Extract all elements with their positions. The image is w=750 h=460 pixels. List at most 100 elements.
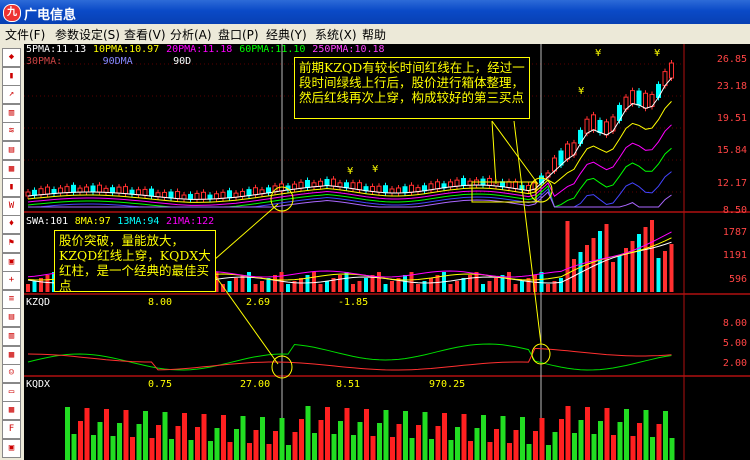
w-icon[interactable]: W — [2, 196, 21, 216]
report-icon[interactable]: ▥ — [2, 327, 21, 346]
signal-marker-icon: ¥ — [578, 86, 584, 97]
signal-marker-icon: ¥ — [595, 48, 601, 59]
kqdx-bar — [585, 407, 590, 460]
bell-icon[interactable]: ♦ — [2, 215, 21, 235]
kzqd-green-line — [27, 343, 672, 371]
candle-icon[interactable]: ▮ — [2, 178, 21, 198]
price-candle — [90, 185, 96, 193]
volume-bar — [513, 284, 518, 292]
volume-bar — [318, 284, 323, 292]
volume-bar — [299, 278, 303, 292]
grid-icon[interactable]: ▦ — [2, 159, 21, 179]
price-candle — [435, 181, 440, 190]
volume-bar — [338, 275, 342, 292]
volume-bar — [26, 284, 30, 292]
price-candle — [584, 118, 590, 134]
volume-bar — [656, 258, 661, 292]
menu-file[interactable]: 文件(F) — [5, 26, 45, 43]
volume-bar — [234, 278, 238, 292]
kqdx-bar — [91, 435, 96, 460]
kqdx-bar — [201, 414, 207, 460]
volume-bar — [351, 284, 355, 292]
price-candle — [77, 187, 83, 193]
f10-icon[interactable]: F — [2, 420, 21, 439]
kqdx-bar — [227, 442, 233, 460]
kqdx-bar — [377, 423, 382, 460]
signal-marker-icon: ¥ — [654, 48, 660, 59]
kqdx-bar — [292, 432, 298, 460]
volume-bar — [546, 284, 550, 292]
kqdx-bar — [325, 407, 330, 460]
kqdx-value: 970.25 — [429, 379, 466, 390]
volume-legend-item: 21MA:122 — [166, 216, 215, 227]
volume-icon[interactable]: ▥ — [2, 103, 21, 123]
kqdx-bar — [624, 409, 629, 460]
menu-help[interactable]: 帮助 — [362, 26, 386, 43]
kqdx-bar — [617, 422, 623, 460]
kqdx-bar — [188, 440, 194, 460]
people-icon[interactable]: ☺ — [2, 364, 21, 384]
price-candle — [389, 188, 395, 194]
trend-icon[interactable]: ↗ — [2, 85, 21, 105]
chart-area[interactable]: ¥ ¥ ¥ ¥ ¥ 5PMA:11.13 10PMA:10.97 20PMA:11.18 60… — [24, 44, 750, 460]
kqdx-bar — [84, 408, 90, 460]
bar-icon[interactable]: ▤ — [2, 141, 21, 160]
kqdx-bar — [533, 431, 538, 460]
price-candle — [45, 186, 50, 195]
chart-icon[interactable]: ▦ — [2, 345, 21, 365]
kqdx-title: KQDX — [26, 379, 51, 390]
ma-legend-item: 90D — [173, 56, 192, 67]
kqdx-value: 27.00 — [240, 379, 271, 390]
save-icon[interactable]: ▣ — [2, 438, 21, 458]
price-candle — [467, 180, 473, 186]
compare-icon[interactable]: ≋ — [2, 122, 21, 142]
kqdx-bar — [195, 427, 200, 460]
kqdx-bar — [461, 414, 467, 460]
kqdx-bar — [390, 437, 395, 460]
kqdx-bar — [422, 412, 428, 460]
menu-view[interactable]: 查看(V) — [124, 26, 166, 43]
menu-system[interactable]: 系统(X) — [315, 26, 357, 43]
volume-bar — [266, 278, 271, 292]
kzqd-axis-label: 8.00 — [722, 318, 747, 329]
flag-icon[interactable]: ⚑ — [2, 234, 21, 253]
price-candle — [324, 178, 330, 186]
kqdx-bar — [442, 413, 447, 460]
kqdx-bar — [507, 443, 512, 460]
price-candle — [227, 190, 232, 199]
plus-icon[interactable]: + — [2, 271, 21, 291]
list-icon[interactable]: ≡ — [2, 289, 21, 309]
kqdx-bar — [286, 445, 291, 460]
candle-icon[interactable]: ▮ — [2, 66, 21, 86]
kqdx-bar — [344, 408, 350, 460]
price-candle — [201, 191, 206, 200]
kqdx-bar — [650, 437, 655, 460]
price-candle — [428, 183, 434, 191]
kline-icon[interactable]: ◆ — [2, 48, 21, 67]
volume-bar — [240, 275, 245, 292]
ma-legend-item: 90DMA — [102, 56, 133, 67]
kqdx-bar — [260, 417, 265, 460]
kqdx-bar — [318, 420, 324, 460]
pointer-line — [513, 120, 542, 345]
menu-classic[interactable]: 经典(Y) — [266, 26, 307, 43]
calendar-icon[interactable]: ▣ — [2, 252, 21, 272]
price-candle — [253, 187, 258, 196]
kqdx-bar — [604, 408, 610, 460]
kqdx-bar — [513, 430, 519, 460]
price-candle — [292, 183, 297, 190]
menu-settings[interactable]: 参数设定(S) — [55, 26, 120, 43]
menu-quote[interactable]: 盘口(P) — [218, 26, 259, 43]
price-axis-label: 26.85 — [716, 54, 747, 65]
table-icon[interactable]: ▦ — [2, 401, 21, 421]
menu-analysis[interactable]: 分析(A) — [170, 26, 212, 43]
price-candle — [591, 114, 596, 131]
kqdx-bar — [500, 416, 506, 460]
news-icon[interactable]: ▤ — [2, 308, 21, 328]
price-candle — [142, 188, 148, 196]
volume-bar — [383, 284, 388, 292]
kqdx-bar — [520, 417, 525, 460]
volume-bar — [377, 272, 381, 292]
price-candle — [344, 182, 349, 189]
doc-icon[interactable]: ▭ — [2, 382, 21, 402]
